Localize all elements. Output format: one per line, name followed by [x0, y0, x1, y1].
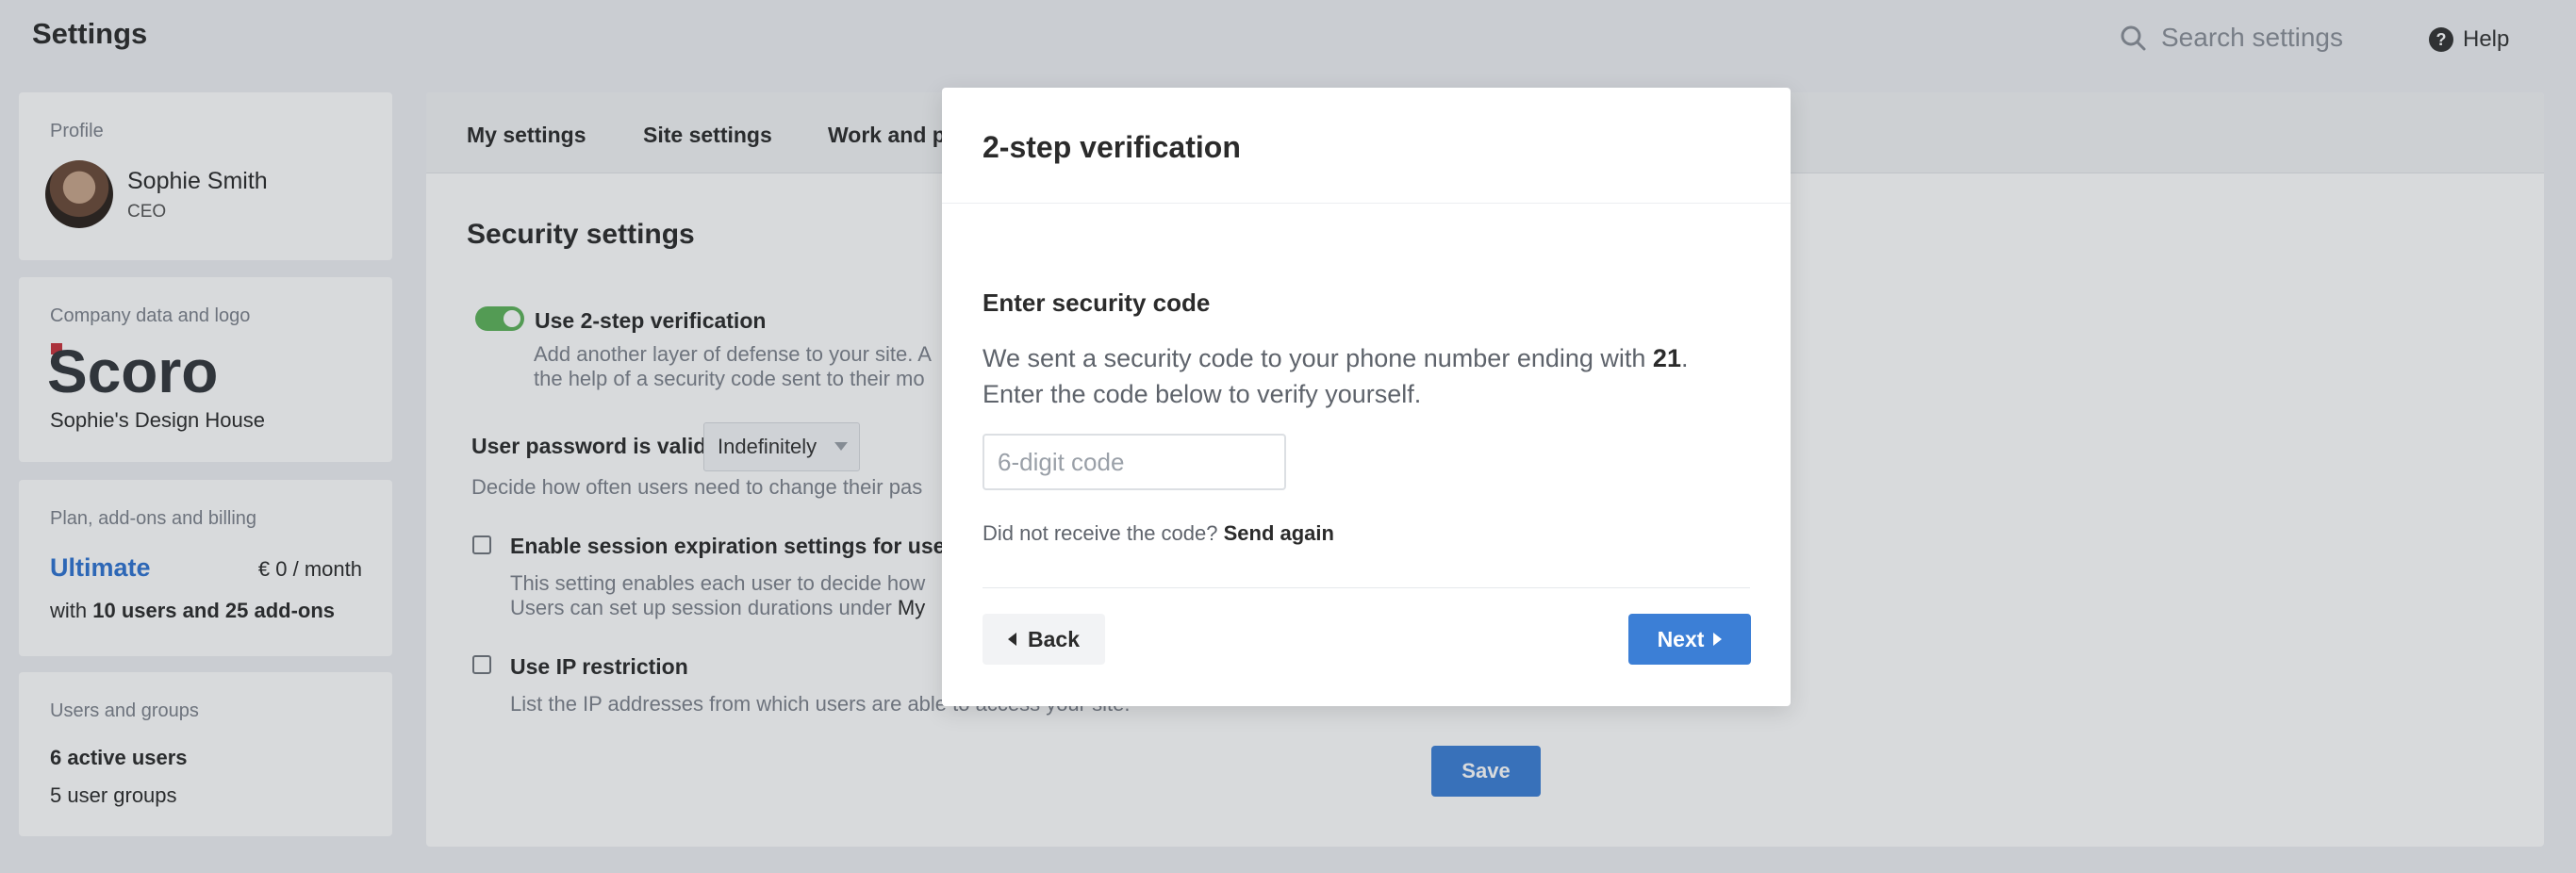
caret-right-icon — [1713, 633, 1723, 646]
modal-subtitle: Enter security code — [983, 288, 1211, 317]
phone-suffix: 21 — [1652, 344, 1681, 372]
settings-page: Settings ? Help Profile Sophie Smith CEO… — [0, 0, 2576, 873]
resend-prefix: Did not receive the code? — [983, 521, 1224, 545]
back-label: Back — [1028, 626, 1080, 651]
next-label: Next — [1657, 626, 1705, 651]
send-again-link[interactable]: Send again — [1224, 521, 1334, 545]
modal-title: 2-step verification — [983, 130, 1241, 164]
modal-divider — [983, 587, 1750, 588]
next-button[interactable]: Next — [1628, 614, 1751, 665]
back-button[interactable]: Back — [983, 614, 1105, 665]
modal-instructions: We sent a security code to your phone nu… — [983, 340, 1756, 412]
security-code-input[interactable] — [983, 434, 1286, 490]
two-step-verification-modal: 2-step verification Enter security code … — [942, 88, 1791, 706]
modal-header: 2-step verification — [942, 88, 1791, 204]
caret-left-icon — [1008, 633, 1016, 646]
resend-row: Did not receive the code? Send again — [983, 521, 1334, 546]
instructions-prefix: We sent a security code to your phone nu… — [983, 344, 1653, 372]
